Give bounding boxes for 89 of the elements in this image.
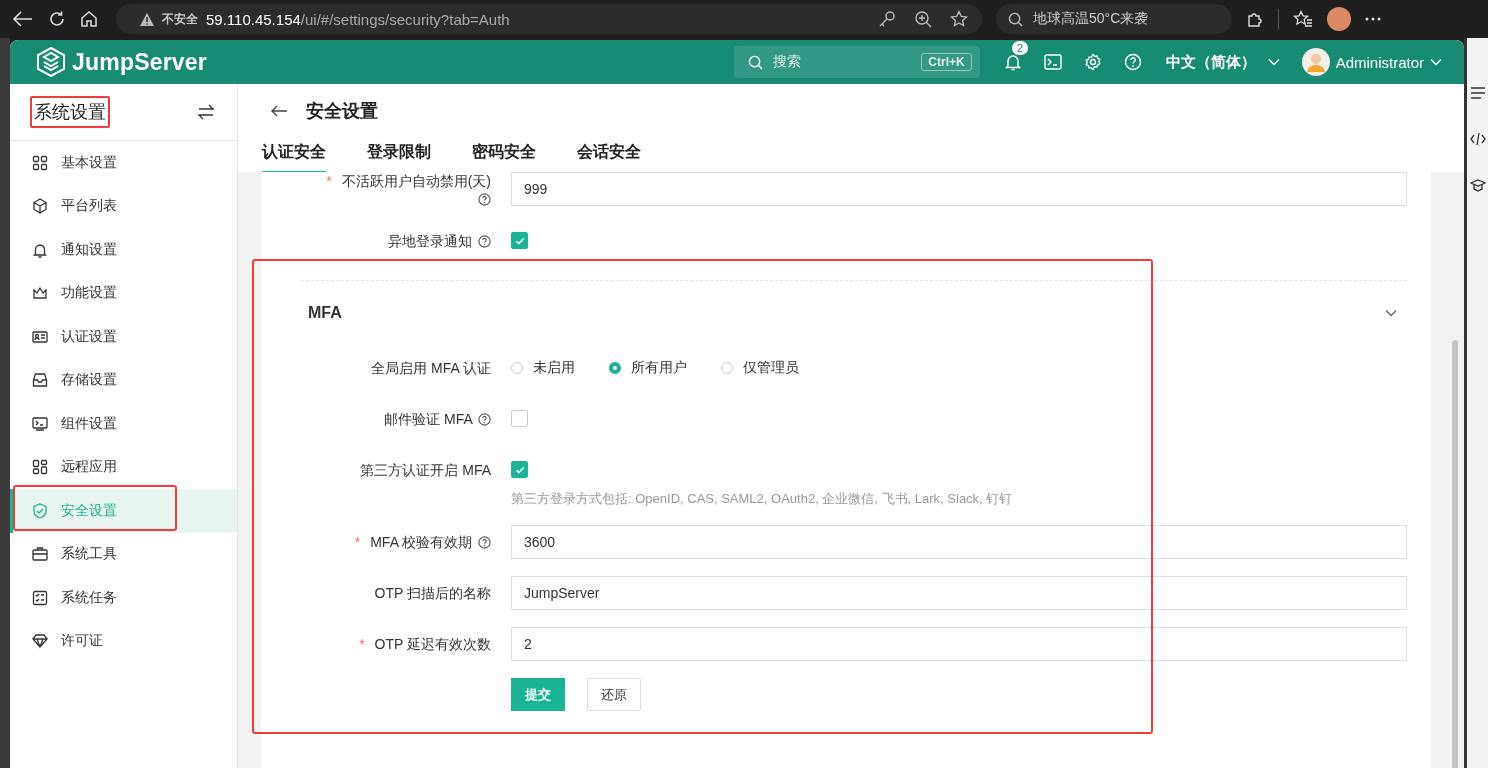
shield-icon [32,502,48,519]
apps-icon [32,459,48,476]
help-icon[interactable] [1123,53,1142,71]
avatar-icon [1301,48,1330,76]
field-label: 邮件验证 MFA [384,411,473,427]
field-label: 异地登录通知 [388,233,473,249]
notification-badge: 2 [1011,41,1028,55]
user-menu[interactable]: Administrator [1301,48,1442,76]
sidebar-title: 系统设置 [30,96,110,128]
chevron-icon[interactable] [1385,309,1397,317]
warning-icon [140,12,154,26]
chevron-down-icon [1267,58,1280,66]
favorites-icon[interactable] [1293,10,1313,28]
sidebar-item[interactable]: 基本设置 [10,141,237,185]
briefcase-icon [32,546,48,563]
sidebar-item[interactable]: 功能设置 [10,271,237,315]
scrollbar-thumb[interactable] [1451,340,1458,768]
settings-icon[interactable] [1083,53,1102,71]
tab[interactable]: 登录限制 [367,138,431,173]
logo-icon [36,47,66,77]
star-icon[interactable] [950,10,968,28]
shortcut-key: Ctrl+K [921,53,972,71]
more-icon[interactable] [1365,17,1381,21]
bell-icon[interactable] [1003,53,1022,71]
field-label: 全局启用 MFA 认证 [371,360,491,376]
reset-button[interactable]: 还原 [587,678,641,711]
checkbox[interactable] [511,461,528,478]
id-card-icon [32,328,48,345]
brand-name: JumpServer [72,48,207,76]
terminal-icon[interactable] [1043,54,1062,70]
tab[interactable]: 会话安全 [577,138,641,173]
radio-label[interactable]: 所有用户 [631,359,687,377]
text-field[interactable]: 999 [511,172,1407,206]
code-icon[interactable] [1469,132,1486,146]
terminal-icon [32,415,48,432]
required-mark: * [354,534,361,550]
radio-button[interactable] [609,362,621,374]
cube-icon [32,198,48,215]
checklist-icon [32,589,48,606]
field-label: OTP 延迟有效次数 [374,636,491,652]
sidebar-item[interactable]: 远程应用 [10,445,237,489]
search-icon [747,54,763,70]
address-bar[interactable]: 不安全 59.110.45.154/ui/#/settings/security?tab=Auth [116,4,982,34]
zoom-icon[interactable] [914,10,932,28]
hint-text: 第三方登录方式包括: OpenID, CAS, SAML2, OAuth2, 企业微信, 飞书, Lark, Slack, 钉钉 [511,490,1014,508]
key-icon[interactable] [878,10,896,28]
required-mark: * [326,173,332,189]
profile-avatar[interactable] [1327,7,1351,31]
sidebar-item[interactable]: 组件设置 [10,402,237,446]
url-text: 59.110.45.154/ui/#/settings/security?tab=Auth [206,10,510,28]
field-label: 不活跃用户自动禁用(天) [341,173,491,189]
text-field[interactable]: 2 [511,627,1407,661]
list-icon[interactable] [1469,86,1486,100]
chevron-down-icon [1430,58,1442,66]
reload-icon[interactable] [48,10,66,28]
browser-search-field[interactable]: 地球高温50°C来袭 [996,4,1232,34]
sidebar-item[interactable]: 存储设置 [10,358,237,402]
bell-icon [32,241,48,258]
radio-label[interactable]: 未启用 [533,359,575,377]
graduation-cap-icon[interactable] [1469,178,1486,192]
sidebar-item[interactable]: 系统任务 [10,576,237,620]
sidebar-item[interactable]: 系统工具 [10,532,237,576]
language-selector[interactable]: 中文（简体） [1165,52,1280,72]
tab[interactable]: 密码安全 [472,138,536,173]
checkbox[interactable] [511,232,528,249]
field-label: 第三方认证开启 MFA [360,462,491,478]
grid-icon [32,154,48,171]
swap-icon[interactable] [197,104,215,120]
field-label: OTP 扫描后的名称 [374,585,491,601]
diamond-icon [32,633,48,650]
crown-icon [32,285,48,302]
sidebar-item[interactable]: 许可证 [10,619,237,663]
page-title: 安全设置 [306,100,378,123]
inbox-icon [32,372,48,389]
sidebar-item[interactable]: 认证设置 [10,315,237,359]
section-title: MFA [308,304,342,322]
field-label: MFA 校验有效期 [370,534,473,550]
required-mark: * [359,636,365,652]
search-icon [1008,11,1023,27]
back-icon[interactable] [270,104,288,118]
sidebar-item[interactable]: 平台列表 [10,184,237,228]
puzzle-icon[interactable] [1246,10,1264,28]
radio-label[interactable]: 仅管理员 [743,359,799,377]
text-field[interactable]: 3600 [511,525,1407,559]
security-label: 不安全 [162,10,198,28]
home-icon[interactable] [80,10,98,28]
sidebar-item[interactable]: 通知设置 [10,228,237,272]
checkbox[interactable] [511,410,528,427]
text-field[interactable]: JumpServer [511,576,1407,610]
